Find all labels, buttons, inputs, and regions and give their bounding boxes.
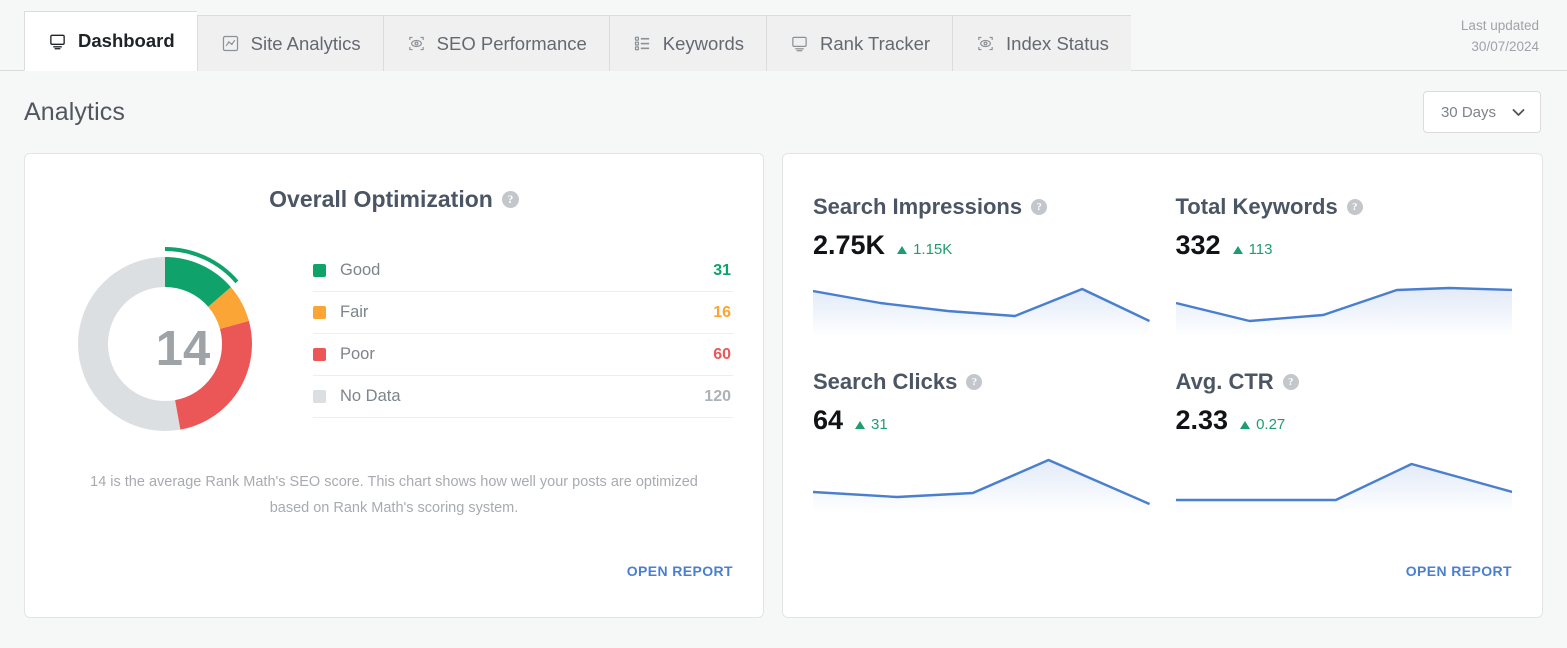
legend-label: No Data <box>340 387 401 405</box>
stat-avg-ctr: Avg. CTR ? 2.33 0.27 <box>1175 361 1512 510</box>
sparkline-avg-ctr <box>1175 448 1512 510</box>
caret-up-icon <box>855 420 866 429</box>
stat-value: 332 <box>1175 230 1221 260</box>
optimization-legend: Good 31 Fair 16 Poor 60 No Data 120 <box>305 237 733 418</box>
tab-dashboard[interactable]: Dashboard <box>24 11 197 71</box>
optimization-note: 14 is the average Rank Math's SEO score.… <box>90 474 698 516</box>
stat-title: Avg. CTR <box>1175 369 1274 394</box>
stat-delta: 0.27 <box>1240 417 1285 432</box>
help-icon[interactable]: ? <box>501 191 519 208</box>
chart-square-icon <box>220 33 241 54</box>
legend-item-poor: Poor 60 <box>313 334 733 376</box>
stat-title: Search Clicks <box>813 369 958 394</box>
stat-delta: 31 <box>855 417 888 432</box>
list-icon <box>632 33 653 54</box>
stat-title: Search Impressions <box>813 194 1023 219</box>
stat-search-impressions: Search Impressions ? 2.75K 1.15K <box>813 186 1150 335</box>
stat-delta-value: 31 <box>871 416 888 433</box>
caret-up-icon <box>1232 245 1243 254</box>
last-updated: Last updated 30/07/2024 <box>1461 16 1567 70</box>
legend-label: Good <box>340 261 381 279</box>
eye-focus-icon <box>975 33 996 54</box>
legend-label: Fair <box>340 303 369 321</box>
chevron-down-icon <box>1512 104 1525 121</box>
legend-value: 60 <box>713 345 731 363</box>
tab-label: Site Analytics <box>250 32 361 54</box>
legend-item-good: Good 31 <box>313 249 733 292</box>
optimization-donut-chart: 14 <box>55 237 305 457</box>
stat-title: Total Keywords <box>1175 194 1338 219</box>
date-range-select[interactable]: 30 Days <box>1422 91 1541 133</box>
eye-focus-icon <box>406 33 427 54</box>
tab-seo-performance[interactable]: SEO Performance <box>382 15 609 71</box>
search-stats-card: Search Impressions ? 2.75K 1.15K Total K… <box>782 153 1543 618</box>
legend-swatch-fair <box>313 306 326 319</box>
stat-value: 2.33 <box>1175 405 1229 435</box>
overall-optimization-title: Overall Optimization ? <box>55 186 733 213</box>
legend-value: 120 <box>704 387 731 405</box>
stat-total-keywords: Total Keywords ? 332 113 <box>1175 186 1512 335</box>
help-icon[interactable]: ? <box>1031 199 1048 215</box>
help-icon[interactable]: ? <box>966 374 983 390</box>
page-title: Analytics <box>24 97 125 126</box>
overall-optimization-card: Overall Optimization ? 14 Good 31 Fair 1… <box>24 153 764 618</box>
stat-value: 2.75K <box>813 230 886 260</box>
tab-site-analytics[interactable]: Site Analytics <box>196 15 383 71</box>
legend-value: 16 <box>713 303 731 321</box>
stat-delta-value: 113 <box>1248 241 1273 258</box>
legend-label: Poor <box>340 345 375 363</box>
legend-swatch-poor <box>313 348 326 361</box>
tab-label: Keywords <box>662 32 745 54</box>
legend-item-fair: Fair 16 <box>313 292 733 334</box>
sparkline-search-clicks <box>813 448 1150 510</box>
stat-search-clicks: Search Clicks ? 64 31 <box>813 361 1150 510</box>
stat-delta-value: 0.27 <box>1256 416 1286 433</box>
help-icon[interactable]: ? <box>1346 199 1363 215</box>
sparkline-search-impressions <box>813 273 1150 335</box>
tab-label: Index Status <box>1006 32 1109 54</box>
last-updated-value: 30/07/2024 <box>1471 39 1539 55</box>
monitor-icon <box>47 31 68 52</box>
cards-container: Overall Optimization ? 14 Good 31 Fair 1… <box>0 153 1567 618</box>
monitor-icon <box>789 33 810 54</box>
legend-swatch-no-data <box>313 390 326 403</box>
open-report-link-optimization[interactable]: OPEN REPORT <box>627 563 733 579</box>
tab-label: Rank Tracker <box>820 32 931 54</box>
sparkline-total-keywords <box>1175 273 1512 335</box>
caret-up-icon <box>897 245 908 254</box>
date-range-value: 30 Days <box>1440 103 1496 121</box>
tab-bar: Dashboard Site Analytics SEO Performance <box>0 0 1567 71</box>
legend-item-no-data: No Data 120 <box>313 376 733 418</box>
tab-rank-tracker[interactable]: Rank Tracker <box>766 15 953 71</box>
open-report-link-stats[interactable]: OPEN REPORT <box>1406 563 1512 579</box>
stat-delta-value: 1.15K <box>913 241 953 258</box>
tab-index-status[interactable]: Index Status <box>952 15 1131 71</box>
stat-delta: 113 <box>1232 241 1273 258</box>
card-title-text: Overall Optimization <box>269 186 493 212</box>
stat-value: 64 <box>813 405 844 435</box>
stats-grid: Search Impressions ? 2.75K 1.15K Total K… <box>813 176 1512 510</box>
legend-value: 31 <box>713 261 731 279</box>
last-updated-label: Last updated <box>1460 18 1539 34</box>
donut-svg <box>68 247 262 441</box>
help-icon[interactable]: ? <box>1282 374 1299 390</box>
page-header: Analytics 30 Days <box>0 71 1567 153</box>
tab-label: Dashboard <box>78 30 175 51</box>
caret-up-icon <box>1240 420 1251 429</box>
tab-keywords[interactable]: Keywords <box>608 15 767 71</box>
tab-label: SEO Performance <box>436 32 587 54</box>
legend-swatch-good <box>313 264 326 277</box>
stat-delta: 1.15K <box>897 242 952 257</box>
